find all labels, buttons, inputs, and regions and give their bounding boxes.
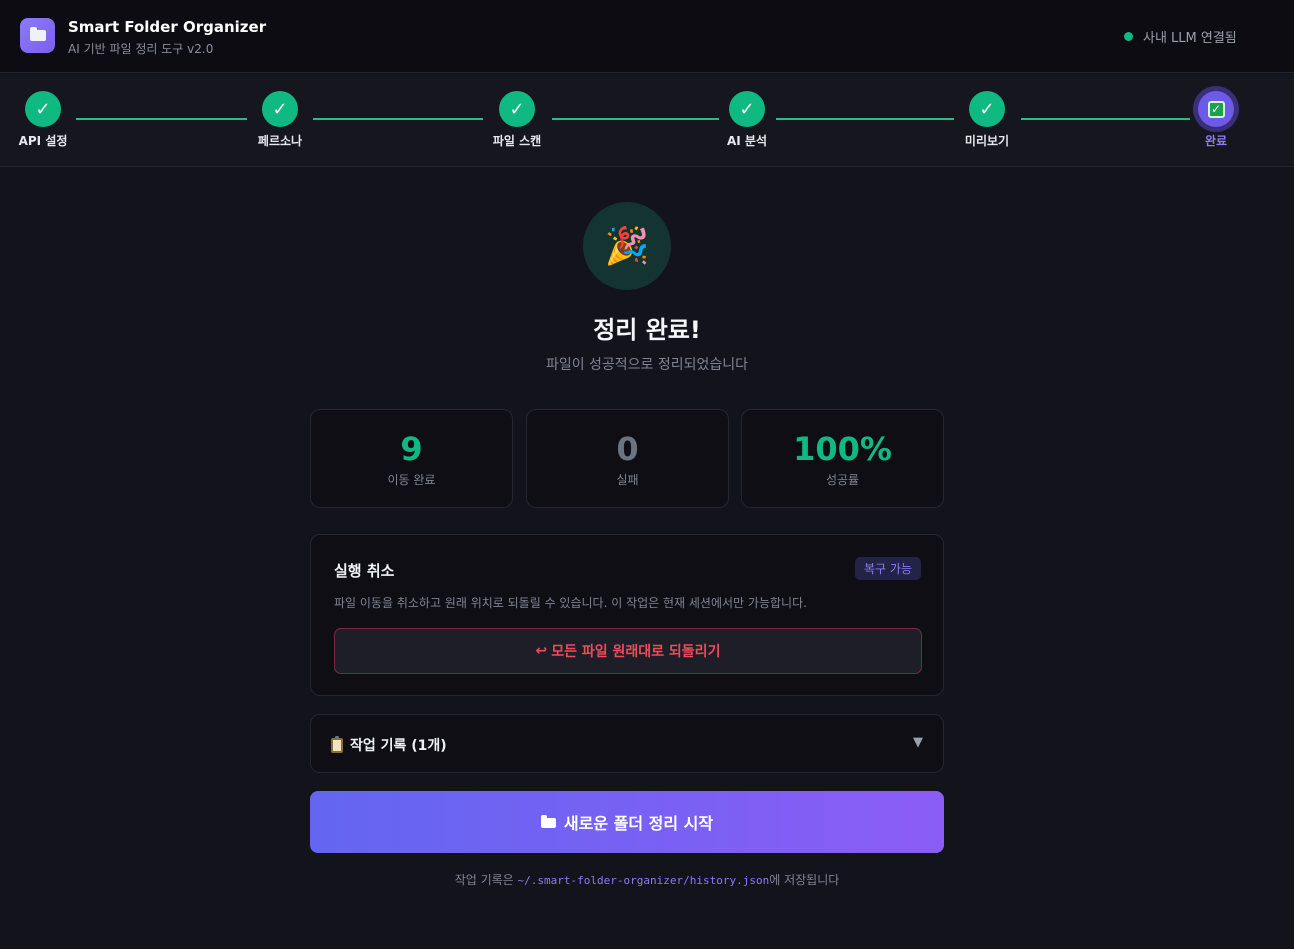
- undo-button-label: 모든 파일 원래대로 되돌리기: [551, 644, 721, 660]
- step-ai-analysis: ✓ AI 분석: [702, 91, 792, 149]
- stat-value: 0: [616, 430, 639, 468]
- app-subtitle: AI 기반 파일 정리 도구 v2.0: [68, 42, 214, 56]
- history-accordion[interactable]: 작업 기록 (1개) ▼: [310, 714, 944, 773]
- checkbox-icon: ✓: [1198, 91, 1234, 127]
- connection-status: 사내 LLM 연결됨: [1124, 27, 1237, 46]
- stat-label: 성공률: [825, 473, 860, 487]
- step-api-settings: ✓ API 설정: [0, 91, 88, 149]
- start-new-organize-button[interactable]: 새로운 폴더 정리 시작: [310, 791, 944, 853]
- progress-stepper: ✓ API 설정 ✓ 페르소나 ✓ 파일 스캔 ✓ AI 분석 ✓ 미리보기 ✓…: [0, 74, 1294, 167]
- stat-card-moved: 9 이동 완료: [310, 409, 513, 508]
- undo-description: 파일 이동을 취소하고 원래 위치로 되돌릴 수 있습니다. 이 작업은 현재 …: [334, 596, 807, 610]
- check-icon: ✓: [262, 91, 298, 127]
- result-subtitle: 파일이 성공적으로 정리되었습니다: [545, 357, 749, 373]
- step-label: 파일 스캔: [492, 134, 542, 148]
- undo-arrow-icon: ↩: [535, 643, 548, 659]
- chevron-down-icon[interactable]: ▼: [913, 735, 923, 750]
- party-popper-icon: 🎉: [583, 202, 671, 290]
- step-connector: [76, 118, 247, 120]
- undo-all-button[interactable]: ↩ 모든 파일 원래대로 되돌리기: [334, 628, 922, 674]
- check-icon: ✓: [499, 91, 535, 127]
- history-file-path: ~/.smart-folder-organizer/history.json: [517, 874, 770, 887]
- step-label: 완료: [1204, 134, 1228, 148]
- check-icon: ✓: [969, 91, 1005, 127]
- stat-card-success-rate: 100% 성공률: [741, 409, 944, 508]
- step-label: AI 분석: [726, 134, 767, 148]
- step-connector: [552, 118, 719, 120]
- step-label: API 설정: [18, 134, 68, 148]
- check-icon: ✓: [25, 91, 61, 127]
- undo-title: 실행 취소: [334, 562, 395, 580]
- step-connector: [1021, 118, 1190, 120]
- step-label: 미리보기: [964, 134, 1010, 148]
- folder-icon: [540, 815, 556, 828]
- step-label: 페르소나: [257, 134, 303, 148]
- step-persona: ✓ 페르소나: [235, 91, 325, 149]
- footer-note: 작업 기록은 ~/.smart-folder-organizer/history…: [0, 871, 1294, 888]
- stat-label: 실패: [616, 473, 639, 487]
- step-preview: ✓ 미리보기: [942, 91, 1032, 149]
- status-dot-icon: [1124, 32, 1133, 41]
- app-header: Smart Folder Organizer AI 기반 파일 정리 도구 v2…: [0, 0, 1294, 73]
- step-connector: [776, 118, 954, 120]
- start-new-label: 새로운 폴더 정리 시작: [563, 814, 714, 833]
- folder-icon: [20, 18, 55, 53]
- connection-status-text: 사내 LLM 연결됨: [1143, 31, 1237, 46]
- stat-value: 100%: [793, 430, 892, 468]
- app-title: Smart Folder Organizer: [68, 18, 267, 36]
- clipboard-icon: [331, 735, 343, 753]
- step-complete: ✓ 완료: [1171, 91, 1261, 149]
- step-file-scan: ✓ 파일 스캔: [472, 91, 562, 149]
- stat-card-failed: 0 실패: [526, 409, 729, 508]
- check-icon: ✓: [729, 91, 765, 127]
- undo-panel: 실행 취소 복구 가능 파일 이동을 취소하고 원래 위치로 되돌릴 수 있습니…: [310, 534, 944, 696]
- stat-label: 이동 완료: [387, 473, 436, 487]
- footer-suffix: 에 저장됩니다: [769, 873, 840, 887]
- stat-value: 9: [400, 430, 423, 468]
- result-title: 정리 완료!: [593, 316, 701, 344]
- status-badge: 복구 가능: [855, 557, 921, 580]
- history-title: 작업 기록 (1개): [350, 738, 447, 754]
- step-connector: [313, 118, 483, 120]
- footer-prefix: 작업 기록은: [454, 873, 518, 887]
